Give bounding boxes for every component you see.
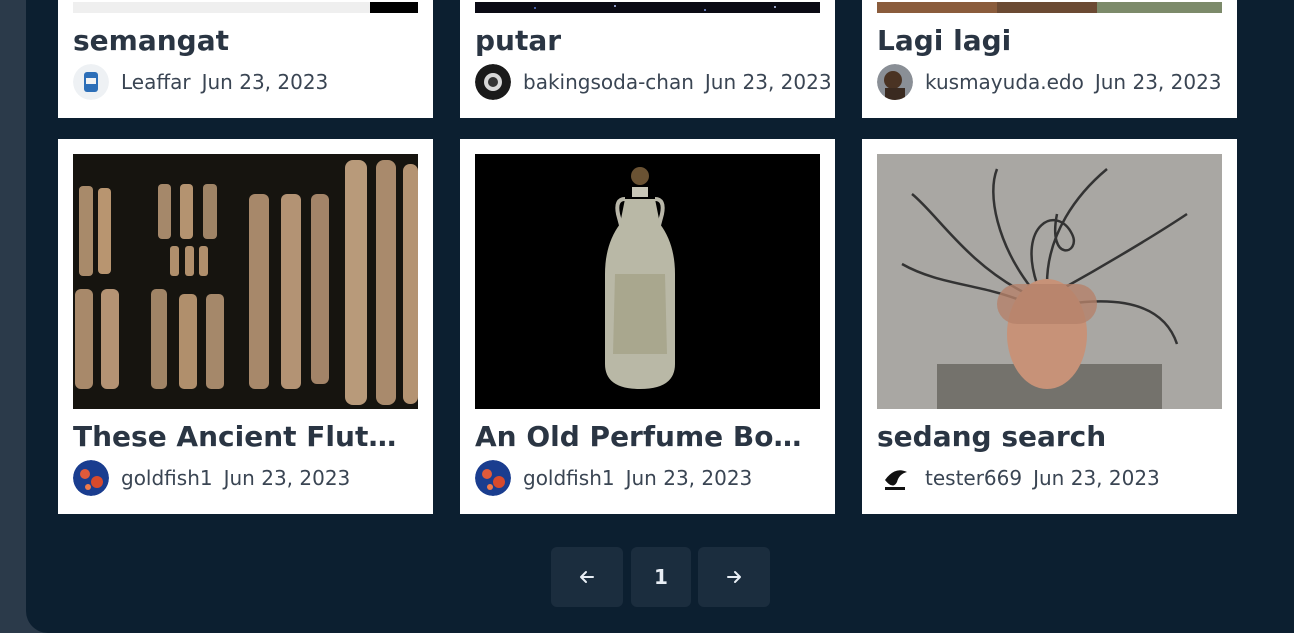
post-title[interactable]: These Ancient Flutes Made of Bird Bones — [73, 420, 403, 454]
user-avatar[interactable] — [877, 64, 913, 100]
post-date: Jun 23, 2023 — [704, 70, 832, 94]
post-date: Jun 23, 2023 — [1094, 70, 1222, 94]
post-meta: goldfish1 Jun 23, 2023 — [475, 460, 752, 496]
page-number: 1 — [654, 565, 668, 589]
post-card[interactable]: sedang search tester669 Jun 23, 2023 — [862, 139, 1237, 514]
post-meta: goldfish1 Jun 23, 2023 — [73, 460, 350, 496]
post-meta: tester669 Jun 23, 2023 — [877, 460, 1160, 496]
user-avatar[interactable] — [73, 64, 109, 100]
user-avatar[interactable] — [475, 64, 511, 100]
post-meta: kusmayuda.edo Jun 23, 2023 — [877, 64, 1222, 100]
username[interactable]: tester669 — [925, 466, 1022, 490]
post-card[interactable]: putar bakingsoda-chan Jun 23, 2023 — [460, 0, 835, 118]
post-thumbnail[interactable] — [475, 154, 820, 409]
post-title[interactable]: sedang search — [877, 420, 1222, 454]
post-card[interactable]: Lagi lagi kusmayuda.edo Jun 23, 2023 — [862, 0, 1237, 118]
post-card[interactable]: These Ancient Flutes Made of Bird Bones … — [58, 139, 433, 514]
username[interactable]: goldfish1 — [523, 466, 615, 490]
prev-page-button[interactable] — [551, 547, 623, 607]
arrow-right-icon — [727, 571, 741, 583]
user-avatar[interactable] — [877, 460, 913, 496]
user-avatar[interactable] — [73, 460, 109, 496]
post-thumbnail[interactable] — [73, 154, 418, 409]
post-meta: bakingsoda-chan Jun 23, 2023 — [475, 64, 832, 100]
username[interactable]: kusmayuda.edo — [925, 70, 1084, 94]
username[interactable]: bakingsoda-chan — [523, 70, 694, 94]
arrow-left-icon — [580, 571, 594, 583]
next-page-button[interactable] — [698, 547, 770, 607]
username[interactable]: goldfish1 — [121, 466, 213, 490]
post-date: Jun 23, 2023 — [1033, 466, 1160, 490]
post-title[interactable]: An Old Perfume Bottle — [475, 420, 805, 454]
post-thumbnail[interactable] — [877, 0, 1222, 13]
post-thumbnail[interactable] — [877, 154, 1222, 409]
post-card[interactable]: An Old Perfume Bottle goldfish1 Jun 23, … — [460, 139, 835, 514]
user-avatar[interactable] — [475, 460, 511, 496]
post-title[interactable]: Lagi lagi — [877, 24, 1222, 58]
page-number-button[interactable]: 1 — [631, 547, 691, 607]
post-card[interactable]: semangat Leaffar Jun 23, 2023 — [58, 0, 433, 118]
post-title[interactable]: putar — [475, 24, 820, 58]
post-thumbnail[interactable] — [73, 0, 418, 13]
post-date: Jun 23, 2023 — [223, 466, 351, 490]
post-meta: Leaffar Jun 23, 2023 — [73, 64, 328, 100]
post-thumbnail[interactable] — [475, 0, 820, 13]
post-title[interactable]: semangat — [73, 24, 418, 58]
post-date: Jun 23, 2023 — [625, 466, 753, 490]
username[interactable]: Leaffar — [121, 70, 191, 94]
post-date: Jun 23, 2023 — [201, 70, 329, 94]
